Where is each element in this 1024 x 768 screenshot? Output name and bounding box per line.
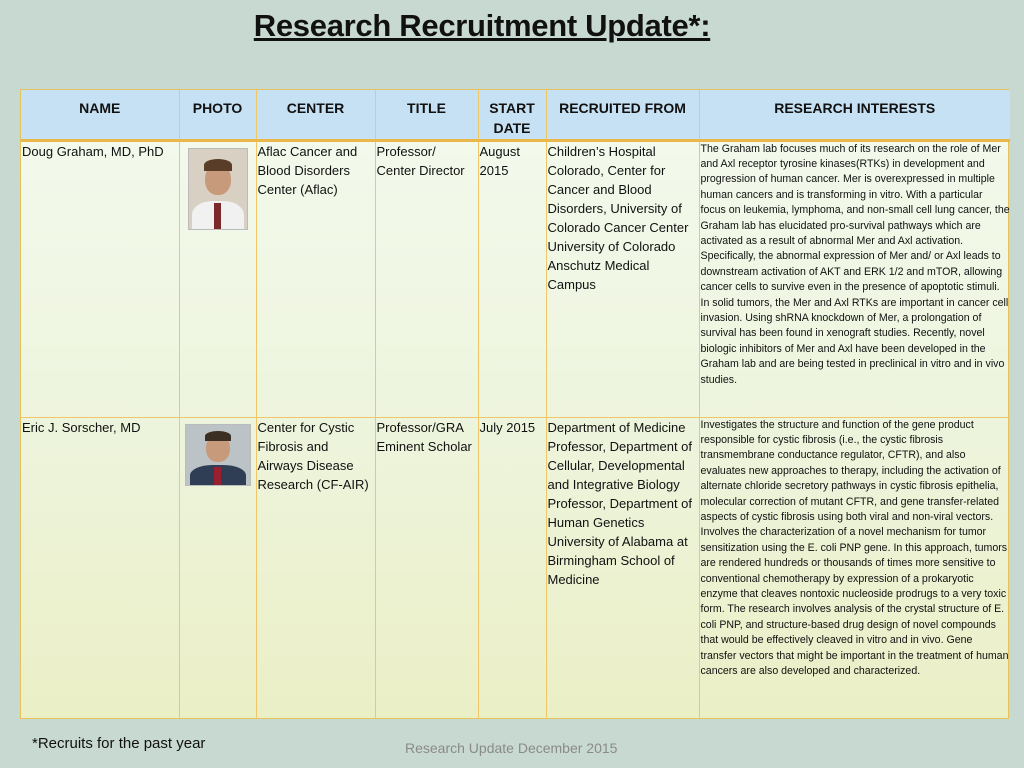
column-header-title: TITLE [375,90,479,142]
recruit-start-date: August 2015 [479,143,520,178]
person-photo-icon [184,423,251,486]
column-header-research-interests: RESEARCH INTERESTS [699,90,1010,142]
recruit-start-date: July 2015 [479,419,536,435]
recruit-center: Center for Cystic Fibrosis and Airways D… [257,419,369,492]
table-row: Eric J. Sorscher, MD Center for Cystic F… [21,417,1010,718]
recruit-title: Professor/ Center Director [376,143,465,178]
recruit-name: Doug Graham, MD, PhD [22,143,164,159]
column-header-center: CENTER [256,90,376,142]
column-header-recruited-from: RECRUITED FROM [546,90,700,142]
recruit-origin: Department of Medicine Professor, Depart… [547,419,693,587]
start-date-cell: July 2015 [478,417,547,718]
center-cell: Center for Cystic Fibrosis and Airways D… [256,417,376,718]
footer-text: Research Update December 2015 [405,740,618,756]
research-interests-cell: Investigates the structure and function … [699,417,1010,718]
recruitment-table: NAME PHOTO CENTER TITLE START DATE RECRU… [20,89,1010,719]
footnote: *Recruits for the past year [32,735,206,752]
table-row: Doug Graham, MD, PhD Aflac Cancer and Bl… [21,140,1010,418]
recruit-title: Professor/GRA Eminent Scholar [376,419,472,454]
recruited-from-cell: Department of Medicine Professor, Depart… [546,417,700,718]
recruitment-grid: NAME PHOTO CENTER TITLE START DATE RECRU… [21,90,1010,718]
title-cell: Professor/GRA Eminent Scholar [375,417,479,718]
start-date-cell: August 2015 [478,140,547,418]
title-cell: Professor/ Center Director [375,140,479,418]
column-header-start-date: START DATE [478,90,547,142]
page-title: Research Recruitment Update*: [253,8,711,43]
recruit-interests: Investigates the structure and function … [700,418,1009,678]
photo-cell [179,417,257,718]
recruit-origin: Children’s Hospital Colorado, Center for… [547,143,689,292]
recruit-interests: The Graham lab focuses much of its resea… [700,142,1010,386]
column-header-name: NAME [21,90,180,142]
recruit-name: Eric J. Sorscher, MD [22,419,141,435]
photo-cell [179,140,257,418]
person-photo-icon [187,147,248,230]
header-row: NAME PHOTO CENTER TITLE START DATE RECRU… [21,90,1010,142]
recruit-center: Aflac Cancer and Blood Disorders Center … [257,143,358,197]
recruited-from-cell: Children’s Hospital Colorado, Center for… [546,140,700,418]
name-cell: Doug Graham, MD, PhD [21,140,180,418]
center-cell: Aflac Cancer and Blood Disorders Center … [256,140,376,418]
research-interests-cell: The Graham lab focuses much of its resea… [699,140,1010,418]
name-cell: Eric J. Sorscher, MD [21,417,180,718]
column-header-photo: PHOTO [179,90,257,142]
